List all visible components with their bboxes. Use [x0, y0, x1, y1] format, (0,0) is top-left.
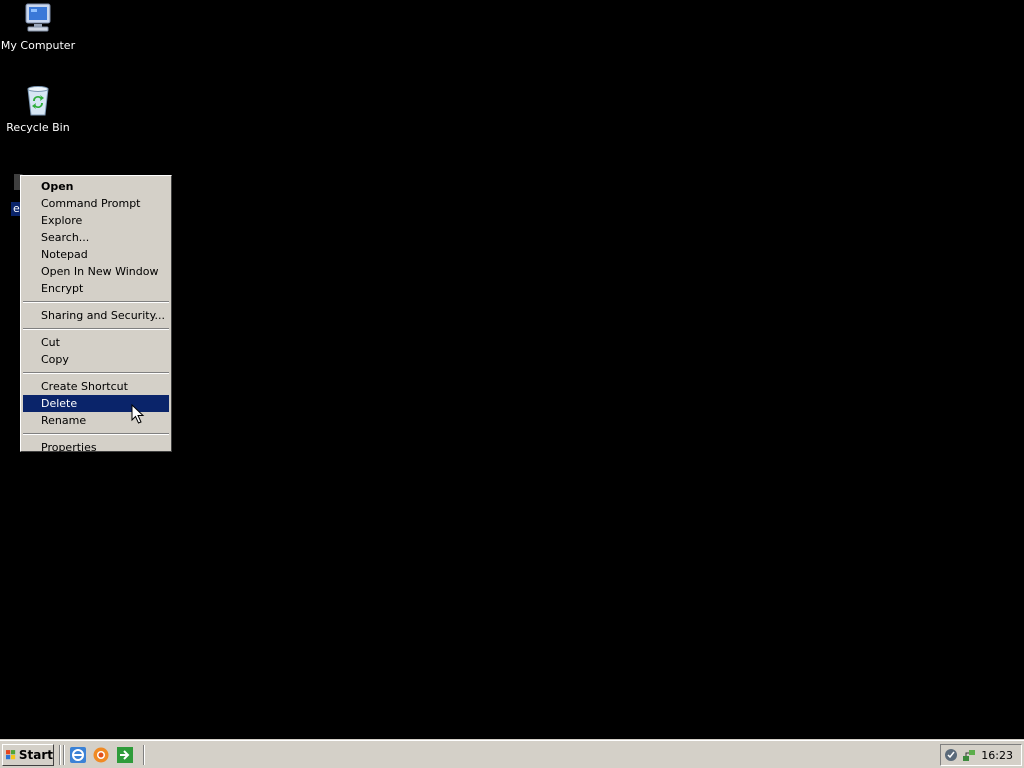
menu-item-open[interactable]: Open: [23, 178, 169, 195]
menu-item-command-prompt[interactable]: Command Prompt: [23, 195, 169, 212]
taskbar-separator: [143, 745, 145, 765]
menu-item-encrypt[interactable]: Encrypt: [23, 280, 169, 297]
windows-logo-icon: [6, 750, 16, 760]
menu-item-cut[interactable]: Cut: [23, 334, 169, 351]
menu-separator: [23, 372, 169, 374]
menu-item-notepad[interactable]: Notepad: [23, 246, 169, 263]
recycle-bin-icon: [27, 86, 49, 116]
menu-item-create-shortcut[interactable]: Create Shortcut: [23, 378, 169, 395]
mouse-pointer-icon: [131, 404, 145, 424]
taskbar-separator: [59, 745, 61, 765]
clock[interactable]: 16:23: [981, 749, 1013, 762]
browser-icon[interactable]: [93, 747, 109, 763]
desktop-icon-my-computer[interactable]: My Computer: [0, 2, 76, 52]
my-computer-icon: [25, 3, 51, 32]
menu-item-delete[interactable]: Delete: [23, 395, 169, 412]
network-icon[interactable]: [961, 747, 977, 763]
show-desktop-icon[interactable]: [117, 747, 133, 763]
start-label: Start: [18, 748, 53, 762]
menu-separator: [23, 301, 169, 303]
desktop-icon-label: My Computer: [0, 39, 76, 52]
menu-separator: [23, 433, 169, 435]
context-menu: Open Command Prompt Explore Search... No…: [20, 175, 172, 454]
menu-item-copy[interactable]: Copy: [23, 351, 169, 368]
start-button[interactable]: Start: [2, 744, 54, 766]
desktop-icon-recycle-bin[interactable]: Recycle Bin: [0, 84, 76, 134]
menu-separator: [23, 328, 169, 330]
menu-item-rename[interactable]: Rename: [23, 412, 169, 429]
internet-explorer-icon[interactable]: [70, 747, 86, 763]
menu-item-explore[interactable]: Explore: [23, 212, 169, 229]
menu-item-search[interactable]: Search...: [23, 229, 169, 246]
taskbar-separator: [63, 745, 65, 765]
menu-item-properties[interactable]: Properties: [23, 439, 169, 456]
system-tray: 16:23: [940, 744, 1022, 766]
taskbar: Start 16:23: [0, 740, 1024, 768]
menu-item-sharing-security[interactable]: Sharing and Security...: [23, 307, 169, 324]
desktop-icon-label: Recycle Bin: [6, 121, 70, 134]
menu-item-open-in-new-window[interactable]: Open In New Window: [23, 263, 169, 280]
security-shield-icon[interactable]: [943, 747, 959, 763]
